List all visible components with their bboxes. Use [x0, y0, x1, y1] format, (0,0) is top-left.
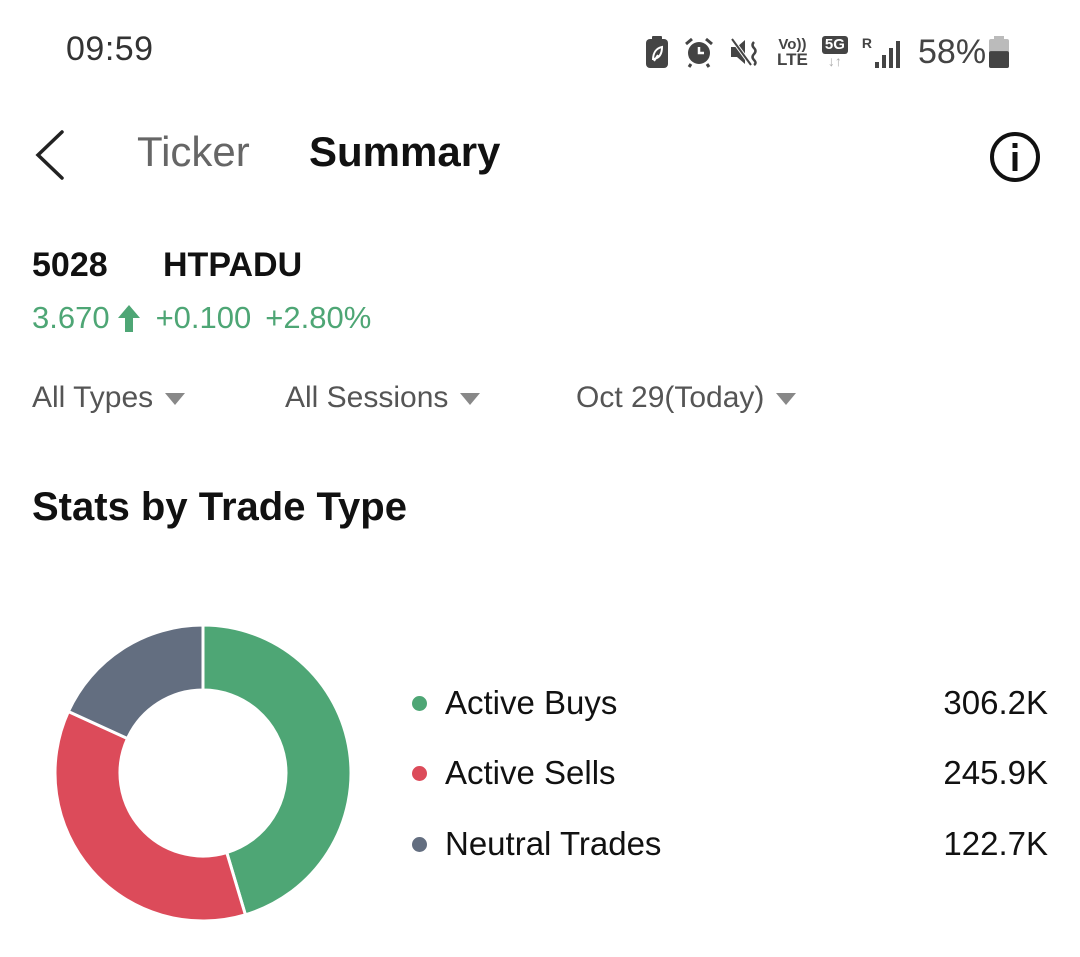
info-icon [990, 132, 1040, 182]
filter-date-dropdown[interactable]: Oct 29(Today) [576, 381, 797, 415]
section-title: Stats by Trade Type [32, 485, 407, 529]
tab-summary[interactable]: Summary [309, 128, 500, 176]
legend-item-active-buys: Active Buys 306.2K [410, 678, 1048, 728]
stock-code: 5028 [32, 246, 108, 284]
legend-dot-icon [412, 695, 427, 711]
arrow-up-icon [117, 305, 140, 332]
battery-saver-icon [646, 36, 668, 68]
donut-slice-neutral-trades [66, 623, 205, 741]
price-change: +0.100 [155, 300, 252, 335]
legend-dot-icon [412, 836, 427, 852]
legend-value: 306.2K [943, 684, 1048, 721]
price-change-percent: +2.80% [265, 300, 372, 335]
tab-ticker[interactable]: Ticker [137, 128, 250, 176]
back-button[interactable] [30, 128, 74, 182]
info-button[interactable] [988, 130, 1042, 184]
filter-types-dropdown[interactable]: All Types [32, 381, 186, 415]
5g-data-icon: 5G ↓↑ [821, 36, 848, 68]
legend-label: Active Buys [445, 684, 618, 721]
battery-icon [989, 36, 1010, 68]
stock-name: HTPADU [163, 246, 303, 284]
filter-date-label: Oct 29(Today) [576, 381, 765, 414]
status-time: 09:59 [66, 30, 154, 68]
legend-value: 122.7K [943, 825, 1048, 862]
caret-down-icon [165, 393, 186, 405]
stock-price: 3.670 [32, 300, 110, 335]
quote-row: 3.670 +0.100 +2.80% [32, 300, 371, 336]
donut-slice-active-sells [53, 709, 248, 923]
legend-label: Neutral Trades [445, 825, 662, 862]
legend-dot-icon [412, 765, 427, 781]
donut-chart [53, 623, 353, 923]
filter-sessions-label: All Sessions [285, 381, 449, 414]
battery-percent: 58% [918, 32, 987, 71]
caret-down-icon [460, 393, 481, 405]
vibrate-mute-icon [730, 37, 757, 67]
legend-item-neutral-trades: Neutral Trades 122.7K [410, 819, 1048, 869]
alarm-icon [685, 37, 713, 68]
roaming-signal-icon: R [862, 36, 900, 68]
caret-down-icon [776, 393, 797, 405]
chevron-left-icon [35, 130, 64, 180]
legend-item-active-sells: Active Sells 245.9K [410, 748, 1048, 798]
legend-value: 245.9K [943, 754, 1048, 791]
filter-types-label: All Types [32, 381, 154, 414]
legend-label: Active Sells [445, 754, 616, 791]
filter-sessions-dropdown[interactable]: All Sessions [285, 381, 481, 415]
status-icons: Vo)) LTE 5G ↓↑ R 58% [645, 30, 1010, 74]
volte-icon: Vo)) LTE [777, 36, 808, 69]
